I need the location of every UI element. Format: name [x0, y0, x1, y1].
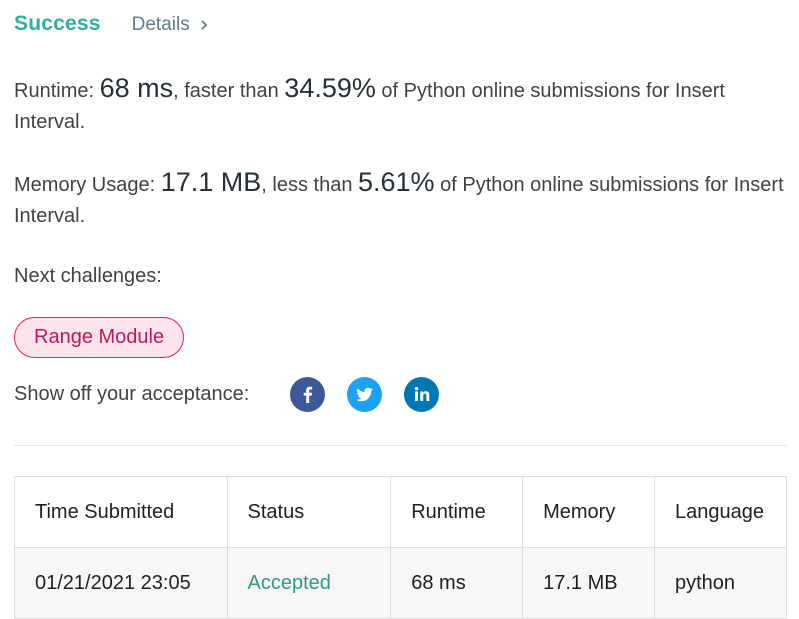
- details-label: Details: [131, 14, 190, 35]
- challenge-tag-range-module[interactable]: Range Module: [14, 317, 185, 358]
- twitter-glyph: [356, 387, 374, 402]
- next-challenges-label: Next challenges:: [14, 265, 162, 287]
- table-row: 01/21/2021 23:05 Accepted 68 ms 17.1 MB …: [14, 547, 788, 619]
- share-label: Show off your acceptance:: [14, 383, 250, 405]
- result-header: Success Details: [14, 12, 209, 36]
- cell-status-accepted[interactable]: Accepted: [226, 547, 392, 619]
- share-row: Show off your acceptance:: [14, 377, 440, 412]
- status-success: Success: [14, 12, 101, 35]
- cell-time-submitted: 01/21/2021 23:05: [14, 547, 228, 619]
- runtime-label: Runtime:: [14, 80, 100, 102]
- linkedin-glyph: [415, 386, 430, 401]
- memory-summary: Memory Usage: 17.1 MB, less than 5.61% o…: [14, 167, 784, 232]
- runtime-summary: Runtime: 68 ms, faster than 34.59% of Py…: [14, 73, 784, 138]
- cell-runtime: 68 ms: [390, 547, 524, 619]
- chevron-right-icon: [201, 20, 207, 30]
- memory-value: 17.1 MB: [160, 167, 262, 197]
- linkedin-icon[interactable]: [404, 377, 440, 412]
- runtime-mid: , faster than: [173, 80, 285, 102]
- column-header-language: Language: [653, 476, 788, 548]
- section-divider: [14, 445, 787, 446]
- twitter-icon[interactable]: [347, 377, 383, 412]
- column-header-runtime: Runtime: [390, 476, 524, 548]
- runtime-percent: 34.59%: [284, 73, 376, 103]
- runtime-value: 68 ms: [99, 73, 174, 103]
- memory-label: Memory Usage:: [14, 174, 161, 196]
- memory-percent: 5.61%: [358, 167, 435, 197]
- column-header-status: Status: [226, 476, 392, 548]
- column-header-memory: Memory: [522, 476, 655, 548]
- submissions-table: Time Submitted Status Runtime Memory Lan…: [14, 476, 788, 619]
- cell-language: python: [653, 547, 788, 619]
- submission-result-panel: Success Details Runtime: 68 ms, faster t…: [0, 0, 799, 619]
- table-header-row: Time Submitted Status Runtime Memory Lan…: [14, 476, 788, 548]
- facebook-glyph: [304, 386, 313, 403]
- facebook-icon[interactable]: [290, 377, 326, 412]
- memory-mid: , less than: [261, 174, 358, 196]
- details-link[interactable]: Details: [132, 14, 209, 36]
- column-header-time: Time Submitted: [14, 476, 228, 548]
- cell-memory: 17.1 MB: [522, 547, 655, 619]
